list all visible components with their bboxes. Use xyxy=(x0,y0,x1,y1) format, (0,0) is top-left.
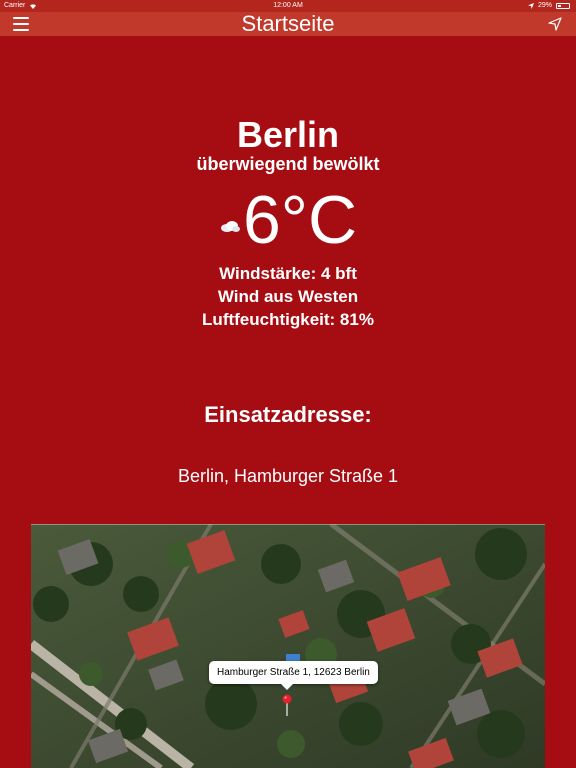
map-pin-icon[interactable] xyxy=(282,694,292,716)
page-title: Startseite xyxy=(241,11,335,36)
map-imagery xyxy=(31,524,545,768)
status-right: 29% xyxy=(527,2,570,9)
map-callout[interactable]: Hamburger Straße 1, 12623 Berlin xyxy=(209,661,378,690)
humidity: Luftfeuchtigkeit: 81% xyxy=(202,310,374,329)
weather-condition: überwiegend bewölkt xyxy=(196,154,380,174)
cloud-icon xyxy=(220,221,240,232)
hamburger-menu-icon[interactable] xyxy=(13,17,29,31)
satellite-map[interactable]: Hamburger Straße 1, 12623 Berlin xyxy=(31,524,545,768)
navigation-bar: Startseite xyxy=(0,12,576,36)
battery-level xyxy=(558,4,561,7)
wind-strength: Windstärke: 4 bft xyxy=(219,264,357,283)
location-services-icon xyxy=(527,2,534,9)
weather-details: Windstärke: 4 bft Wind aus Westen Luftfe… xyxy=(0,262,576,331)
wind-direction: Wind aus Westen xyxy=(217,287,359,306)
temperature-row: 6°C xyxy=(0,184,576,256)
status-bar: Carrier 12:00 AM 29% xyxy=(0,0,576,12)
battery-icon xyxy=(556,2,570,9)
status-time: 12:00 AM xyxy=(273,2,303,9)
temperature: 6°C xyxy=(242,182,358,258)
address-value: Berlin, Hamburger Straße 1 xyxy=(177,466,399,486)
battery-percent: 29% xyxy=(537,2,552,9)
location-arrow-icon[interactable] xyxy=(548,17,562,31)
city-name: Berlin xyxy=(236,114,340,155)
address-heading: Einsatzadresse: xyxy=(204,402,372,427)
